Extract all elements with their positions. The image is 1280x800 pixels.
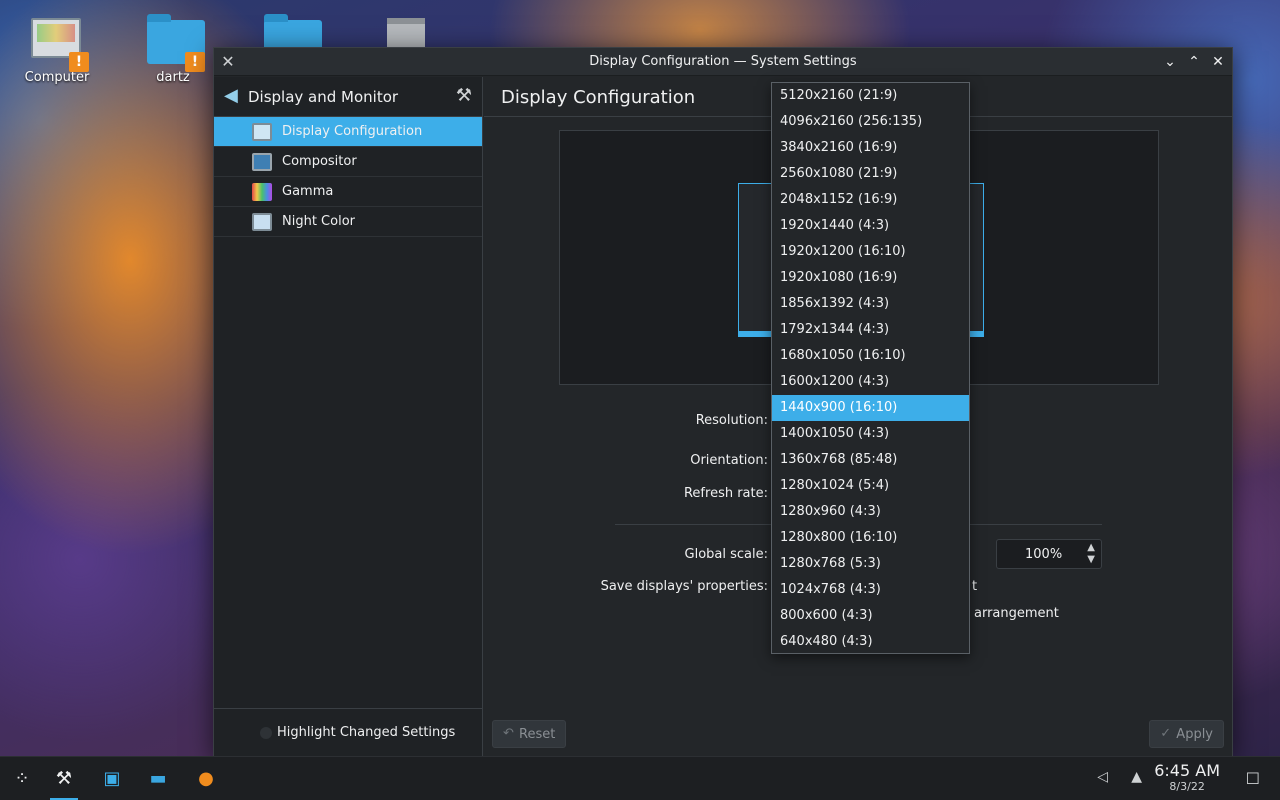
launcher-icon[interactable]: ⁘ <box>6 763 38 795</box>
desktop-icon-label: Computer <box>24 70 90 85</box>
reset-button-label: Reset <box>519 727 556 742</box>
wrench-icon[interactable]: ⚒ <box>456 85 472 106</box>
sidebar-item-label: Gamma <box>282 184 334 199</box>
desktop-icon-label: dartz <box>156 70 190 85</box>
resolution-option[interactable]: 1024x768 (4:3) <box>772 577 969 603</box>
window-title: Display Configuration — System Settings <box>589 54 857 69</box>
sidebar-item-label: Night Color <box>282 214 355 229</box>
refresh-rate-label: Refresh rate: <box>683 486 768 501</box>
clock-date: 8/3/22 <box>1169 780 1205 793</box>
tray-expand-icon[interactable]: ▲ <box>1131 769 1142 785</box>
warning-badge-icon: ! <box>69 52 89 72</box>
compositor-icon <box>252 153 272 171</box>
resolution-option[interactable]: 5120x2160 (21:9) <box>772 83 969 109</box>
spin-arrows-icon[interactable]: ▲ ▼ <box>1087 542 1095 566</box>
gamma-icon <box>252 183 272 201</box>
resolution-option[interactable]: 1280x1024 (5:4) <box>772 473 969 499</box>
title-bar[interactable]: ✕ Display Configuration — System Setting… <box>214 48 1232 76</box>
resolution-option[interactable]: 1920x1440 (4:3) <box>772 213 969 239</box>
maximize-button[interactable]: ⌃ <box>1186 52 1202 72</box>
resolution-option[interactable]: 1360x768 (85:48) <box>772 447 969 473</box>
resolution-option[interactable]: 1680x1050 (16:10) <box>772 343 969 369</box>
resolution-option[interactable]: 1280x960 (4:3) <box>772 499 969 525</box>
clock[interactable]: 6:45 AM 8/3/22 <box>1154 761 1220 793</box>
save-option-1-text: t <box>972 579 978 594</box>
reset-button[interactable]: ↶ Reset <box>492 720 567 748</box>
home-folder-icon: ! <box>147 14 205 72</box>
resolution-option[interactable]: 3840x2160 (16:9) <box>772 135 969 161</box>
sidebar-item-night-color[interactable]: Night Color <box>214 207 482 237</box>
global-scale-value: 100% <box>1025 547 1063 562</box>
firefox-icon[interactable]: ● <box>190 763 222 795</box>
undo-icon: ↶ <box>503 726 514 741</box>
volume-icon[interactable]: ◁ <box>1097 769 1108 785</box>
back-arrow-icon[interactable]: ◀ <box>224 86 244 106</box>
resolution-option[interactable]: 1400x1050 (4:3) <box>772 421 969 447</box>
show-desktop-icon[interactable]: ☐ <box>1246 769 1260 788</box>
sidebar-item-label: Compositor <box>282 154 357 169</box>
global-scale-label: Global scale: <box>684 547 768 562</box>
warning-badge-icon: ! <box>185 52 205 72</box>
apply-button[interactable]: ✓ Apply <box>1149 720 1224 748</box>
save-option-2-text: arrangement <box>974 606 1059 621</box>
system-settings-window: ✕ Display Configuration — System Setting… <box>213 47 1233 757</box>
system-settings-icon[interactable]: ⚒ <box>48 763 80 800</box>
sidebar-item-gamma[interactable]: Gamma <box>214 177 482 207</box>
resolution-option[interactable]: 640x480 (4:3) <box>772 629 969 655</box>
highlight-changed-settings-label: Highlight Changed Settings <box>277 725 456 740</box>
clock-time: 6:45 AM <box>1154 761 1220 780</box>
highlight-changed-settings[interactable]: Highlight Changed Settings <box>214 708 482 756</box>
night-color-icon <box>252 213 272 231</box>
resolution-option[interactable]: 4096x2160 (256:135) <box>772 109 969 135</box>
save-properties-label: Save displays' properties: <box>600 579 768 594</box>
resolution-option[interactable]: 1280x800 (16:10) <box>772 525 969 551</box>
monitor-icon <box>252 123 272 141</box>
desktop-icon-home[interactable]: ! dartz <box>128 14 218 85</box>
global-scale-spinbox[interactable]: 100% ▲ ▼ <box>996 539 1102 569</box>
checkmark-icon: ✓ <box>1160 726 1172 741</box>
taskbar: ⁘ ⚒ ▣ ▬ ● ◁ ▲ 6:45 AM 8/3/22 ☐ <box>0 756 1280 800</box>
discover-icon[interactable]: ▣ <box>96 763 128 795</box>
sidebar-item-display-configuration[interactable]: Display Configuration <box>214 117 482 147</box>
page-title: Display Configuration <box>501 87 696 108</box>
sidebar: ◀ Display and Monitor ⚒ Display Configur… <box>214 77 483 756</box>
resolution-option[interactable]: 1600x1200 (4:3) <box>772 369 969 395</box>
resolution-option[interactable]: 1280x768 (5:3) <box>772 551 969 577</box>
highlight-icon <box>260 727 272 739</box>
orientation-label: Orientation: <box>690 453 768 468</box>
resolution-dropdown[interactable]: 5120x2160 (21:9) 4096x2160 (256:135) 3840x… <box>771 82 970 654</box>
sidebar-item-label: Display Configuration <box>282 124 423 139</box>
minimize-button[interactable]: ⌄ <box>1162 52 1178 72</box>
desktop-icon-computer[interactable]: ! Computer <box>12 14 102 85</box>
sidebar-header: ◀ Display and Monitor ⚒ <box>214 77 482 117</box>
dolphin-icon[interactable]: ▬ <box>142 763 174 795</box>
resolution-option[interactable]: 1920x1200 (16:10) <box>772 239 969 265</box>
resolution-option[interactable]: 2560x1080 (21:9) <box>772 161 969 187</box>
resolution-label: Resolution: <box>695 413 768 428</box>
sidebar-title: Display and Monitor <box>248 88 399 106</box>
apply-button-label: Apply <box>1176 727 1213 742</box>
resolution-option[interactable]: 800x600 (4:3) <box>772 603 969 629</box>
resolution-option[interactable]: 1792x1344 (4:3) <box>772 317 969 343</box>
resolution-option[interactable]: 1440x900 (16:10) <box>772 395 969 421</box>
sidebar-item-compositor[interactable]: Compositor <box>214 147 482 177</box>
resolution-option[interactable]: 1856x1392 (4:3) <box>772 291 969 317</box>
computer-icon: ! <box>31 14 89 72</box>
resolution-option[interactable]: 2048x1152 (16:9) <box>772 187 969 213</box>
resolution-option[interactable]: 1920x1080 (16:9) <box>772 265 969 291</box>
close-button[interactable]: ✕ <box>1210 52 1226 72</box>
